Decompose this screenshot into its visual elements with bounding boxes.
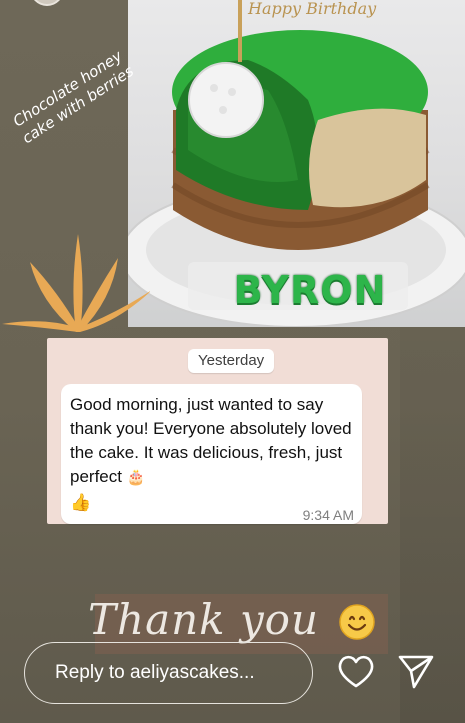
cake-photo: Happy Birthday BYRON	[128, 0, 465, 327]
send-icon[interactable]	[397, 652, 435, 690]
message-time: 9:34 AM	[302, 507, 354, 523]
reply-input[interactable]: Reply to aeliyascakes...	[24, 642, 313, 704]
heart-icon[interactable]	[336, 652, 376, 690]
leaf-decoration-icon	[2, 234, 150, 332]
avatar[interactable]	[30, 0, 64, 6]
thank-you-text: Thank you	[88, 595, 320, 644]
story-view[interactable]: Happy Birthday BYRON Chocolate honey cak…	[0, 0, 465, 723]
cake-topper-text: Happy Birthday	[247, 0, 377, 18]
cake-emoji-icon: 🎂	[126, 469, 146, 486]
message-bubble: Good morning, just wanted to say thank y…	[61, 384, 362, 524]
message-text: Good morning, just wanted to say thank y…	[70, 395, 352, 486]
cake-name-text: BYRON	[233, 268, 387, 312]
story-caption: Chocolate honey cake with berries	[9, 46, 137, 148]
smiley-icon	[339, 604, 375, 640]
chat-screenshot: Yesterday Good morning, just wanted to s…	[47, 338, 388, 524]
date-label: Yesterday	[188, 349, 275, 373]
message-body: Good morning, just wanted to say thank y…	[70, 393, 352, 515]
